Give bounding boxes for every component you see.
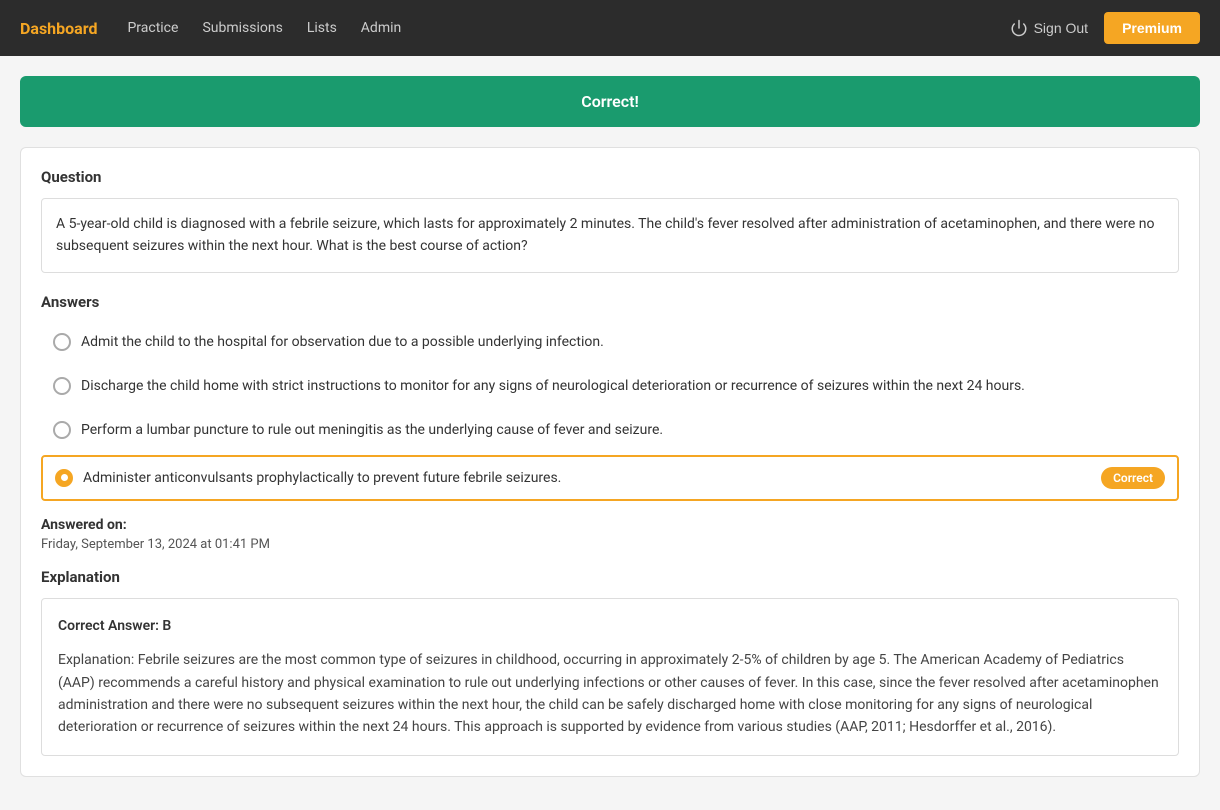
correct-banner: Correct! [20,76,1200,127]
sign-out-button[interactable]: Sign Out [1010,19,1088,37]
explanation-box: Correct Answer: B Explanation: Febrile s… [41,598,1179,756]
main-content: Correct! Question A 5-year-old child is … [10,56,1210,797]
answers-section-label: Answers [41,293,1179,311]
power-icon [1010,19,1028,37]
radio-d [55,469,73,487]
nav-link-practice[interactable]: Practice [127,20,178,36]
answer-text-c: Perform a lumbar puncture to rule out me… [81,422,1167,438]
nav-brand[interactable]: Dashboard [20,19,97,38]
nav-link-submissions[interactable]: Submissions [202,20,282,36]
premium-button[interactable]: Premium [1104,12,1200,44]
explanation-section-label: Explanation [41,568,1179,586]
nav-links: Practice Submissions Lists Admin [127,20,401,36]
correct-badge: Correct [1101,467,1165,489]
answered-on-label: Answered on: [41,517,1179,533]
question-card: Question A 5-year-old child is diagnosed… [20,147,1200,777]
radio-a [53,333,71,351]
answer-text-a: Admit the child to the hospital for obse… [81,334,1167,350]
question-section-label: Question [41,168,1179,186]
answer-option-c[interactable]: Perform a lumbar puncture to rule out me… [41,411,1179,449]
explanation-section: Explanation Correct Answer: B Explanatio… [41,568,1179,756]
explanation-text: Explanation: Febrile seizures are the mo… [58,649,1162,739]
nav-link-admin[interactable]: Admin [361,20,401,36]
navbar: Dashboard Practice Submissions Lists Adm… [0,0,1220,56]
nav-right: Sign Out Premium [1010,12,1200,44]
radio-c [53,421,71,439]
answer-option-d[interactable]: Administer anticonvulsants prophylactica… [41,455,1179,501]
correct-answer-label: Correct Answer: B [58,615,1162,637]
question-text: A 5-year-old child is diagnosed with a f… [41,198,1179,273]
answer-text-d: Administer anticonvulsants prophylactica… [83,470,1091,486]
answer-option-a[interactable]: Admit the child to the hospital for obse… [41,323,1179,361]
answers-section: Answers Admit the child to the hospital … [41,293,1179,501]
nav-link-lists[interactable]: Lists [307,20,337,36]
answered-on-date: Friday, September 13, 2024 at 01:41 PM [41,537,1179,552]
radio-b [53,377,71,395]
sign-out-label: Sign Out [1034,20,1088,36]
answer-text-b: Discharge the child home with strict ins… [81,378,1167,394]
answered-on-section: Answered on: Friday, September 13, 2024 … [41,517,1179,552]
answer-option-b[interactable]: Discharge the child home with strict ins… [41,367,1179,405]
